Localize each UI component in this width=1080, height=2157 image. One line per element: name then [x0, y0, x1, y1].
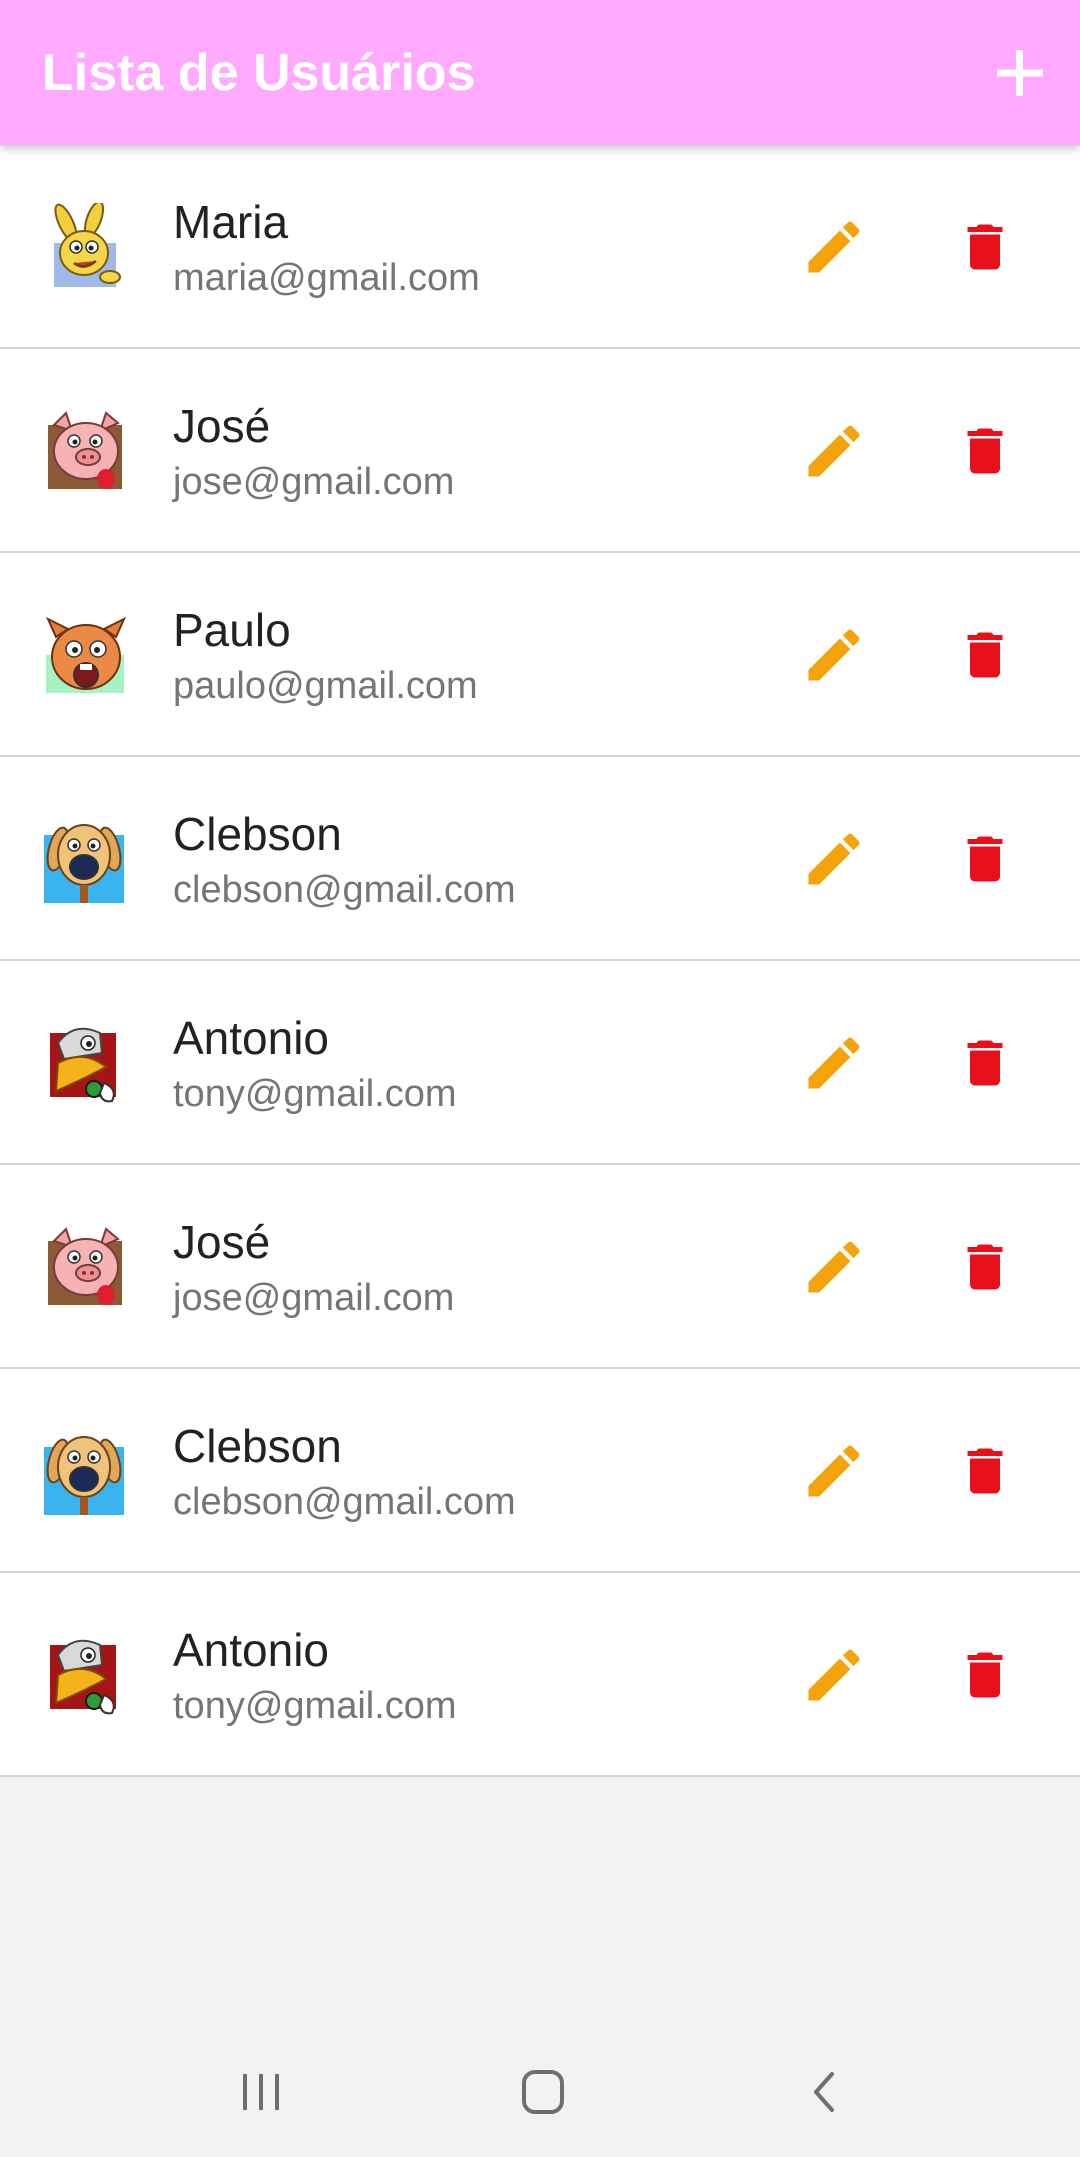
delete-user-button[interactable]: [955, 1437, 1015, 1505]
edit-user-button[interactable]: [800, 213, 868, 281]
hamster-avatar: [44, 611, 128, 699]
user-name: Antonio: [173, 1012, 330, 1064]
back-icon: [814, 2072, 834, 2112]
user-list-item[interactable]: Clebson clebson@gmail.com: [0, 1369, 1080, 1573]
user-email: jose@gmail.com: [173, 1277, 455, 1319]
edit-user-button[interactable]: [800, 621, 868, 689]
recents-button[interactable]: [231, 2067, 291, 2117]
user-email: tony@gmail.com: [173, 1685, 457, 1727]
trash-icon: [967, 632, 1003, 678]
pencil-icon: [808, 1649, 860, 1701]
delete-user-button[interactable]: [955, 1029, 1015, 1097]
user-list-item[interactable]: Maria maria@gmail.com: [0, 145, 1080, 349]
user-name: José: [173, 1216, 271, 1268]
delete-user-button[interactable]: [955, 417, 1015, 485]
pencil-icon: [808, 221, 860, 273]
trash-icon: [967, 428, 1003, 474]
pig-avatar: [44, 1223, 128, 1311]
user-name: Clebson: [173, 808, 342, 860]
edit-user-button[interactable]: [800, 1641, 868, 1709]
eagle-avatar: [44, 1019, 128, 1107]
delete-user-button[interactable]: [955, 213, 1015, 281]
user-list-item[interactable]: Paulo paulo@gmail.com: [0, 553, 1080, 757]
delete-user-button[interactable]: [955, 621, 1015, 689]
plus-icon: [997, 50, 1043, 96]
dog-avatar: [44, 1427, 128, 1515]
user-name: José: [173, 400, 271, 452]
eagle-avatar: [44, 1631, 128, 1719]
rabbit-avatar: [44, 203, 128, 291]
user-list: Maria maria@gmail.com José jose@gmail.com Pa…: [0, 145, 1080, 1777]
user-name: Maria: [173, 196, 289, 248]
trash-icon: [967, 1040, 1003, 1086]
system-nav-bar: [0, 2027, 1080, 2157]
back-button[interactable]: [796, 2067, 856, 2117]
trash-icon: [967, 224, 1003, 270]
user-name: Paulo: [173, 604, 291, 656]
user-name: Antonio: [173, 1624, 330, 1676]
add-user-button[interactable]: [990, 38, 1050, 108]
delete-user-button[interactable]: [955, 1641, 1015, 1709]
user-list-item[interactable]: Antonio tony@gmail.com: [0, 961, 1080, 1165]
pencil-icon: [808, 1241, 860, 1293]
trash-icon: [967, 1244, 1003, 1290]
user-list-item[interactable]: Antonio tony@gmail.com: [0, 1573, 1080, 1777]
user-email: maria@gmail.com: [173, 257, 480, 299]
user-list-item[interactable]: José jose@gmail.com: [0, 349, 1080, 553]
home-icon: [522, 2070, 564, 2114]
user-list-item[interactable]: José jose@gmail.com: [0, 1165, 1080, 1369]
recents-icon: [243, 2074, 279, 2110]
pig-avatar: [44, 407, 128, 495]
app-bar: Lista de Usuários: [0, 0, 1080, 145]
user-email: clebson@gmail.com: [173, 869, 516, 911]
trash-icon: [967, 1652, 1003, 1698]
user-email: paulo@gmail.com: [173, 665, 478, 707]
edit-user-button[interactable]: [800, 1029, 868, 1097]
dog-avatar: [44, 815, 128, 903]
trash-icon: [967, 836, 1003, 882]
pencil-icon: [808, 425, 860, 477]
user-email: tony@gmail.com: [173, 1073, 457, 1115]
home-button[interactable]: [513, 2067, 573, 2117]
user-email: clebson@gmail.com: [173, 1481, 516, 1523]
edit-user-button[interactable]: [800, 1233, 868, 1301]
edit-user-button[interactable]: [800, 1437, 868, 1505]
trash-icon: [967, 1448, 1003, 1494]
user-name: Clebson: [173, 1420, 342, 1472]
delete-user-button[interactable]: [955, 825, 1015, 893]
delete-user-button[interactable]: [955, 1233, 1015, 1301]
pencil-icon: [808, 629, 860, 681]
pencil-icon: [808, 1037, 860, 1089]
edit-user-button[interactable]: [800, 417, 868, 485]
pencil-icon: [808, 1445, 860, 1497]
edit-user-button[interactable]: [800, 825, 868, 893]
user-email: jose@gmail.com: [173, 461, 455, 503]
user-list-item[interactable]: Clebson clebson@gmail.com: [0, 757, 1080, 961]
page-title: Lista de Usuários: [42, 44, 476, 102]
pencil-icon: [808, 833, 860, 885]
